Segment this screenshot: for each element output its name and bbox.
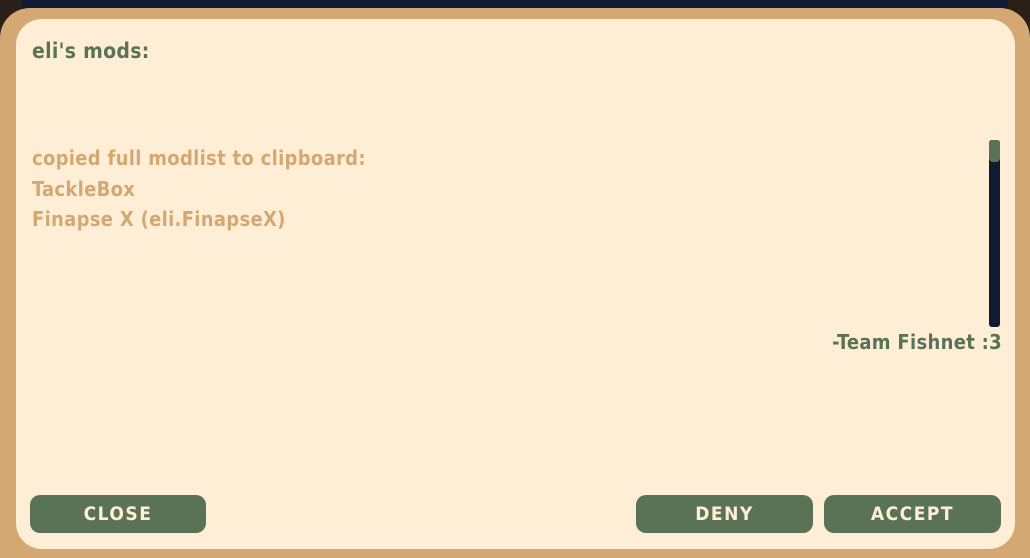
accept-button[interactable]: ACCEPT (824, 495, 1001, 533)
log-line: copied full modlist to clipboard: (32, 146, 366, 170)
scrollbar-thumb[interactable] (989, 140, 1000, 162)
dialog-title: eli's mods: (32, 39, 150, 63)
close-button[interactable]: CLOSE (30, 495, 206, 533)
log-scrollbar[interactable] (989, 140, 1000, 327)
mods-dialog: eli's mods: copied full modlist to clipb… (16, 19, 1015, 549)
log-line: Finapse X (eli.FinapseX) (32, 207, 286, 231)
signature-text: -Team Fishnet :3 (832, 330, 1002, 354)
modlist-log: copied full modlist to clipboard: Tackle… (32, 143, 366, 235)
log-line: TackleBox (32, 176, 136, 201)
deny-button[interactable]: DENY (636, 495, 813, 533)
